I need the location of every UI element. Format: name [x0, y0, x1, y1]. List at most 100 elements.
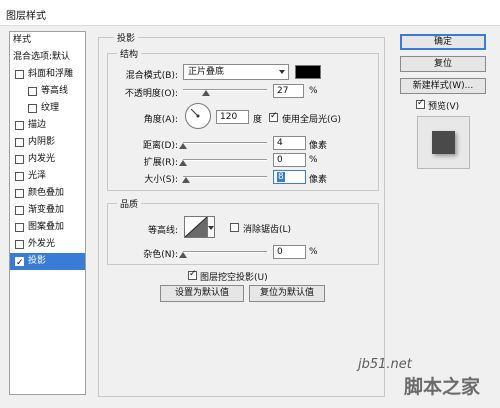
- opacity-label: 不透明度(O):: [124, 89, 178, 99]
- noise-value: 0: [277, 247, 283, 257]
- spread-value: 0: [277, 155, 283, 165]
- style-item-checkbox[interactable]: [28, 87, 37, 96]
- style-item-checkbox[interactable]: [15, 240, 24, 249]
- reset-default-button[interactable]: 复位为默认值: [249, 285, 325, 302]
- watermark-site: jb51.net: [358, 357, 412, 372]
- style-list-header[interactable]: 样式: [10, 32, 85, 49]
- check-icon: ✓: [189, 269, 197, 279]
- antialias-label: 消除锯齿(L): [243, 225, 292, 235]
- opacity-slider[interactable]: [183, 86, 267, 96]
- knockout-label: 图层挖空投影(U): [200, 273, 268, 283]
- size-slider-track: [183, 176, 267, 178]
- style-item[interactable]: 颜色叠加: [10, 185, 85, 202]
- style-list: 样式 混合选项:默认 斜面和浮雕等高线纹理描边内阴影内发光光泽颜色叠加渐变叠加图…: [9, 31, 86, 395]
- style-item-label: 渐变叠加: [28, 205, 65, 215]
- style-item-blend-options-label: 混合选项:默认: [13, 52, 71, 62]
- style-item[interactable]: 描边: [10, 117, 85, 134]
- style-item-checkbox[interactable]: [15, 206, 24, 215]
- style-item-label: 图案叠加: [28, 222, 65, 232]
- noise-input[interactable]: 0: [273, 245, 306, 259]
- style-item-checkbox[interactable]: [28, 104, 37, 113]
- size-input[interactable]: 8: [273, 170, 306, 184]
- size-unit: 像素: [309, 175, 328, 185]
- blend-mode-value: 正片叠底: [188, 67, 225, 77]
- style-preview: [417, 116, 470, 169]
- noise-slider[interactable]: [179, 248, 267, 258]
- new-style-button[interactable]: 新建样式(W)...: [400, 78, 486, 94]
- contour-picker[interactable]: [184, 216, 208, 238]
- style-item-label: 内阴影: [28, 137, 56, 147]
- style-item[interactable]: 图案叠加: [10, 219, 85, 236]
- style-item-checkbox[interactable]: [15, 121, 24, 130]
- style-item-label: 纹理: [41, 103, 60, 113]
- spread-slider[interactable]: [179, 156, 267, 166]
- noise-unit: %: [309, 247, 318, 257]
- distance-slider-thumb[interactable]: [179, 143, 187, 149]
- distance-input[interactable]: 4: [273, 136, 306, 150]
- style-item-checkbox[interactable]: [15, 172, 24, 181]
- distance-slider[interactable]: [179, 139, 267, 149]
- chevron-down-icon: [279, 70, 285, 74]
- contour-label: 等高线:: [147, 226, 178, 236]
- ok-button[interactable]: 确定: [400, 34, 486, 50]
- angle-dial[interactable]: [185, 103, 211, 129]
- reset-button[interactable]: 复位: [400, 56, 486, 72]
- opacity-slider-thumb[interactable]: [202, 90, 210, 96]
- style-item[interactable]: 外发光: [10, 236, 85, 253]
- size-slider[interactable]: [182, 173, 267, 183]
- style-item[interactable]: 纹理: [10, 100, 85, 117]
- antialias-checkbox[interactable]: [230, 223, 239, 232]
- title-bar: 图层样式: [0, 0, 500, 26]
- set-default-button[interactable]: 设置为默认值: [160, 285, 244, 302]
- distance-label: 距离(D):: [143, 141, 178, 151]
- angle-input[interactable]: 120: [216, 110, 249, 124]
- spread-input[interactable]: 0: [273, 153, 306, 167]
- angle-dial-needle: [190, 108, 200, 118]
- opacity-input[interactable]: 27: [273, 84, 304, 98]
- style-list-header-label: 样式: [13, 35, 32, 45]
- style-item-checkbox[interactable]: [15, 70, 24, 79]
- spread-slider-thumb[interactable]: [179, 160, 187, 166]
- contour-dropdown[interactable]: [208, 216, 215, 238]
- size-value: 8: [277, 172, 285, 182]
- style-item[interactable]: 渐变叠加: [10, 202, 85, 219]
- style-item[interactable]: 斜面和浮雕: [10, 66, 85, 83]
- style-item-checkbox[interactable]: [15, 155, 24, 164]
- knockout-checkbox[interactable]: ✓: [188, 269, 197, 280]
- style-item[interactable]: 内发光: [10, 151, 85, 168]
- noise-slider-thumb[interactable]: [179, 252, 187, 258]
- style-item-checkbox[interactable]: ✓: [15, 257, 24, 268]
- style-item[interactable]: 内阴影: [10, 134, 85, 151]
- global-light-checkbox[interactable]: ✓: [269, 111, 278, 122]
- opacity-value: 27: [277, 86, 289, 96]
- chevron-down-icon: [208, 226, 214, 230]
- contour-curve-icon: [185, 217, 207, 237]
- distance-slider-track: [183, 142, 267, 144]
- blend-mode-select[interactable]: 正片叠底: [183, 64, 289, 80]
- distance-unit: 像素: [309, 141, 328, 151]
- style-item[interactable]: ✓ 投影: [10, 253, 85, 270]
- style-item-checkbox[interactable]: [15, 189, 24, 198]
- style-item-label: 斜面和浮雕: [28, 69, 74, 79]
- style-item[interactable]: 光泽: [10, 168, 85, 185]
- style-item-label: 等高线: [41, 86, 69, 96]
- preview-swatch: [432, 131, 455, 154]
- style-item[interactable]: 等高线: [10, 83, 85, 100]
- quality-legend: 品质: [117, 197, 142, 210]
- opacity-unit: %: [309, 86, 318, 96]
- opacity-slider-track: [183, 89, 267, 91]
- shadow-color-swatch[interactable]: [295, 65, 321, 79]
- style-item-checkbox[interactable]: [15, 223, 24, 232]
- spread-label: 扩展(R):: [143, 158, 178, 168]
- blend-mode-label: 混合模式(B):: [125, 71, 178, 81]
- style-item-label: 光泽: [28, 171, 47, 181]
- check-icon: ✓: [16, 258, 24, 268]
- preview-checkbox[interactable]: ✓: [416, 98, 425, 109]
- style-item-label: 投影: [28, 256, 47, 266]
- size-slider-thumb[interactable]: [182, 177, 190, 183]
- style-item-blend-options[interactable]: 混合选项:默认: [10, 49, 85, 66]
- angle-value: 120: [220, 112, 238, 122]
- preview-label: 预览(V): [428, 102, 460, 112]
- style-item-checkbox[interactable]: [15, 138, 24, 147]
- noise-slider-track: [183, 251, 267, 253]
